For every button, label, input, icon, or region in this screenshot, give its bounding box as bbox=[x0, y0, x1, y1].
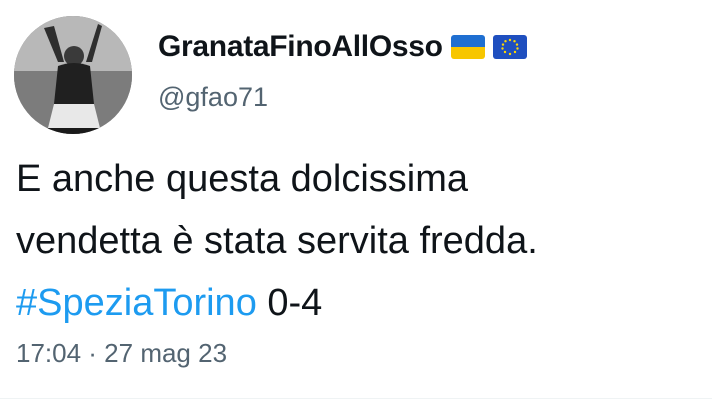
tweet-card[interactable]: GranataFinoAllOsso @gfao71 E anche quest… bbox=[0, 0, 712, 402]
tweet-text-line-1: E anche questa dolcissima bbox=[16, 158, 469, 200]
hashtag-link[interactable]: #SpeziaTorino bbox=[16, 282, 257, 324]
user-handle[interactable]: @gfao71 bbox=[158, 82, 268, 113]
tweet-text-line-2: vendetta è stata servita fredda. bbox=[16, 220, 538, 262]
match-score: 0-4 bbox=[267, 282, 323, 324]
tweet-text: E anche questa dolcissima vendetta è sta… bbox=[16, 148, 706, 334]
divider bbox=[0, 398, 712, 399]
tweet-text-line-3: #SpeziaTorino 0-4 bbox=[16, 272, 706, 334]
display-name[interactable]: GranataFinoAllOsso bbox=[158, 30, 443, 64]
avatar[interactable] bbox=[14, 16, 132, 134]
eu-flag-icon bbox=[492, 35, 527, 59]
celebrating-player-icon bbox=[14, 16, 132, 134]
tweet-timestamp[interactable]: 17:04 · 27 mag 23 bbox=[16, 338, 227, 369]
ukraine-flag-icon bbox=[450, 35, 485, 59]
author-name-row: GranataFinoAllOsso bbox=[158, 30, 527, 64]
